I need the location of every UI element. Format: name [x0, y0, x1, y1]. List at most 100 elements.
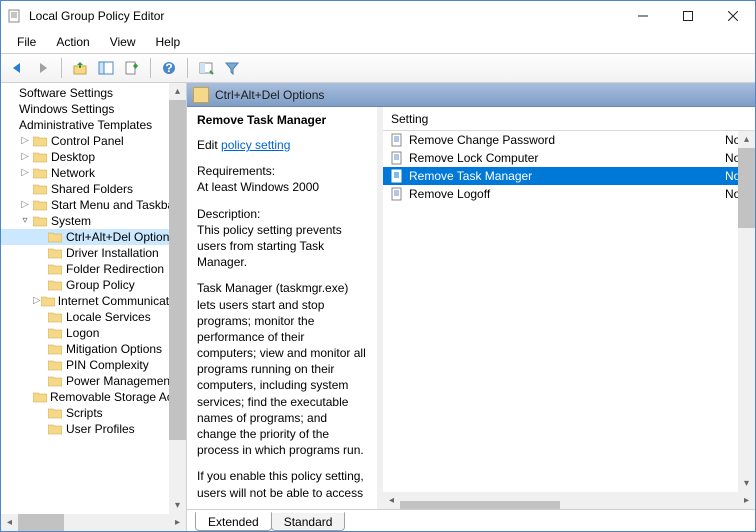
menu-file[interactable]: File [9, 33, 44, 51]
scroll-up-icon[interactable]: ▴ [169, 83, 186, 100]
scroll-thumb[interactable] [169, 100, 186, 440]
folder-icon [32, 150, 48, 164]
tree-node[interactable]: ▷Internet Communication Management [1, 293, 186, 309]
tab-extended[interactable]: Extended [195, 512, 272, 531]
folder-icon [47, 230, 63, 244]
policy-icon [389, 169, 405, 183]
tree-node[interactable]: Shared Folders [1, 181, 186, 197]
scroll-left-icon[interactable]: ◂ [383, 492, 400, 509]
expand-icon[interactable]: ▿ [18, 213, 32, 229]
tree-node[interactable]: Scripts [1, 405, 186, 421]
back-button[interactable] [5, 56, 29, 80]
folder-icon [47, 262, 63, 276]
folder-icon [47, 246, 63, 260]
show-hide-tree-button[interactable] [94, 56, 118, 80]
folder-icon [47, 374, 63, 388]
requirements-value: At least Windows 2000 [197, 180, 319, 194]
close-button[interactable] [710, 2, 755, 30]
tree-node-label: Windows Settings [19, 101, 114, 117]
folder-icon [47, 342, 63, 356]
tree-node-label: Power Management [66, 373, 173, 389]
tree-node-label: System [51, 213, 91, 229]
folder-icon [32, 198, 48, 212]
tree-node[interactable]: Locale Services [1, 309, 186, 325]
tree-node-label: Folder Redirection [66, 261, 164, 277]
tree-node-label: Locale Services [66, 309, 151, 325]
list-row[interactable]: Remove Task ManagerNot [383, 167, 755, 185]
scroll-down-icon[interactable]: ▾ [738, 475, 755, 492]
folder-icon [33, 390, 47, 404]
folder-icon [47, 422, 63, 436]
tree-node-label: Logon [66, 325, 99, 341]
list-row-label: Remove Change Password [409, 133, 725, 147]
window-title: Local Group Policy Editor [29, 9, 620, 23]
scroll-down-icon[interactable]: ▾ [169, 497, 186, 514]
expand-icon[interactable]: ▷ [18, 197, 32, 213]
export-button[interactable] [120, 56, 144, 80]
tree-node[interactable]: Windows Settings [1, 101, 186, 117]
tree-node[interactable]: Removable Storage Access [1, 389, 186, 405]
help-button[interactable]: ? [157, 56, 181, 80]
tree-node[interactable]: Folder Redirection [1, 261, 186, 277]
description-label: Description: [197, 207, 260, 221]
tab-standard[interactable]: Standard [271, 512, 346, 531]
tree-node[interactable]: Ctrl+Alt+Del Options [1, 229, 186, 245]
tree-node[interactable]: Group Policy [1, 277, 186, 293]
maximize-button[interactable] [665, 2, 710, 30]
up-button[interactable] [68, 56, 92, 80]
tree-vertical-scrollbar[interactable]: ▴ ▾ [169, 83, 186, 514]
scroll-thumb[interactable] [18, 514, 64, 531]
folder-icon [32, 166, 48, 180]
expand-icon[interactable]: ▷ [33, 293, 41, 309]
policy-icon [389, 187, 405, 201]
tree-node[interactable]: Power Management [1, 373, 186, 389]
menu-view[interactable]: View [102, 33, 144, 51]
minimize-button[interactable] [620, 2, 665, 30]
tree-node[interactable]: ▿ System [1, 213, 186, 229]
toolbar: ? [1, 53, 755, 83]
expand-icon[interactable]: ▷ [18, 133, 32, 149]
tree-node[interactable]: ▷Network [1, 165, 186, 181]
list-pane: Setting Remove Change PasswordNotRemove … [383, 107, 755, 509]
tree-node[interactable]: ▷ Desktop [1, 149, 186, 165]
filter-button[interactable] [220, 56, 244, 80]
list-horizontal-scrollbar[interactable]: ◂ ▸ [383, 492, 755, 509]
scroll-right-icon[interactable]: ▸ [738, 492, 755, 509]
menu-bar: File Action View Help [1, 31, 755, 53]
tree-horizontal-scrollbar[interactable]: ◂ ▸ [1, 514, 186, 531]
tree-node[interactable]: User Profiles [1, 421, 186, 437]
tree-node[interactable]: ▷Start Menu and Taskbar [1, 197, 186, 213]
menu-action[interactable]: Action [48, 33, 97, 51]
tree-node[interactable]: Software Settings [1, 85, 186, 101]
list-vertical-scrollbar[interactable]: ▴ ▾ [738, 131, 755, 492]
forward-button[interactable] [31, 56, 55, 80]
list-row[interactable]: Remove Change PasswordNot [383, 131, 755, 149]
list-column-header[interactable]: Setting [383, 107, 755, 131]
scroll-up-icon[interactable]: ▴ [738, 131, 755, 148]
tree-node-label: Administrative Templates [19, 117, 152, 133]
tree-node[interactable]: Mitigation Options [1, 341, 186, 357]
options-button[interactable] [194, 56, 218, 80]
tree-node[interactable]: PIN Complexity [1, 357, 186, 373]
expand-icon[interactable]: ▷ [18, 165, 32, 181]
detail-pane: Remove Task Manager Edit policy setting … [187, 107, 377, 509]
tree-node-label: Desktop [51, 149, 95, 165]
description-text-3: If you enable this policy setting, users… [197, 468, 367, 500]
scroll-right-icon[interactable]: ▸ [169, 514, 186, 531]
folder-icon [32, 214, 48, 228]
tree-node[interactable]: Driver Installation [1, 245, 186, 261]
tree-node[interactable]: Administrative Templates [1, 117, 186, 133]
scroll-thumb[interactable] [738, 148, 755, 228]
expand-icon[interactable]: ▷ [18, 149, 32, 165]
list-row[interactable]: Remove LogoffNot [383, 185, 755, 203]
edit-policy-link[interactable]: policy setting [221, 138, 290, 152]
menu-help[interactable]: Help [148, 33, 189, 51]
svg-text:?: ? [165, 61, 172, 75]
tree-node-label: Control Panel [51, 133, 124, 149]
scroll-thumb[interactable] [400, 501, 560, 510]
list-row[interactable]: Remove Lock ComputerNot [383, 149, 755, 167]
tree-node[interactable]: ▷ Control Panel [1, 133, 186, 149]
scroll-left-icon[interactable]: ◂ [1, 514, 18, 531]
tree-node[interactable]: Logon [1, 325, 186, 341]
folder-icon [41, 294, 55, 308]
